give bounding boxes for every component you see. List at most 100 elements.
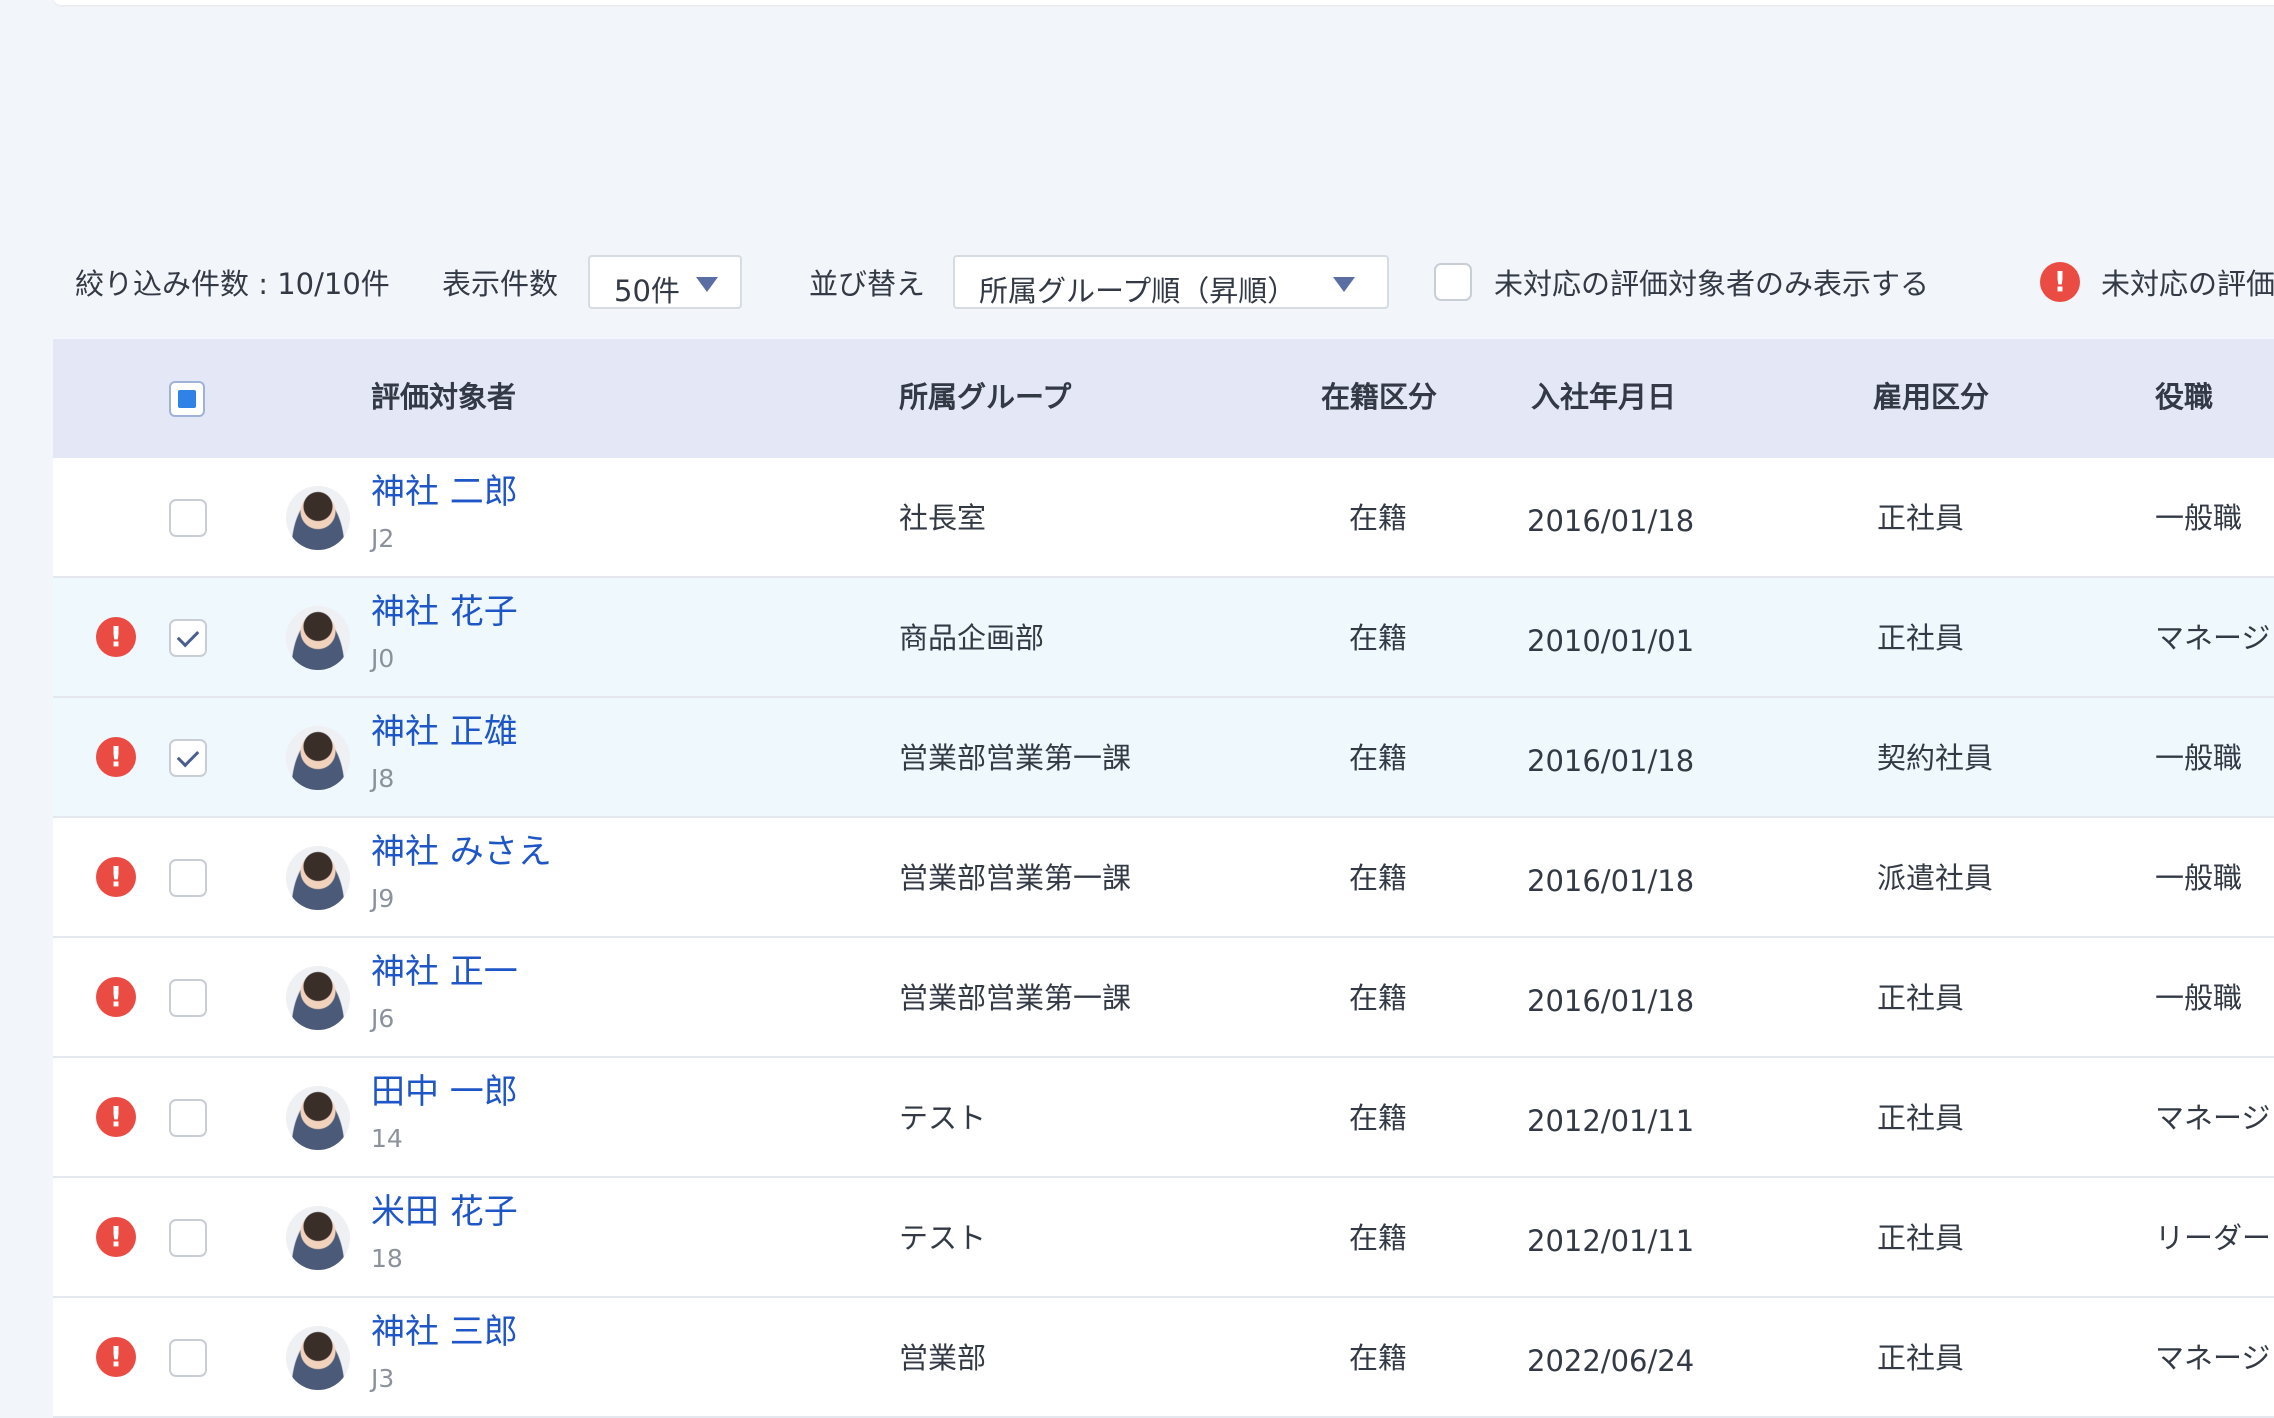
table-row[interactable]: ! 田中 一郎 14 テスト 在籍 2012/01/11 正社員 マネージ	[53, 1058, 2274, 1178]
table-row[interactable]: ! 神社 正雄 J8 営業部営業第一課 在籍 2016/01/18 契約社員 一般職	[53, 698, 2274, 818]
column-header-position[interactable]: 役職	[2155, 379, 2213, 415]
employment-cell: 正社員	[1877, 501, 1965, 535]
employee-name-link[interactable]: 神社 正一	[371, 952, 518, 992]
position-cell: マネージ	[2155, 1341, 2271, 1375]
employee-code: 18	[371, 1244, 403, 1273]
status-cell: 在籍	[1349, 741, 1408, 775]
sort-label: 並び替え	[809, 267, 926, 301]
status-cell: 在籍	[1349, 1221, 1408, 1255]
join-date-cell: 2016/01/18	[1527, 864, 1695, 898]
exclamation-circle-icon: !	[96, 1097, 136, 1137]
table-row[interactable]: ! 神社 正一 J6 営業部営業第一課 在籍 2016/01/18 正社員 一般職	[53, 938, 2274, 1058]
sort-value: 所属グループ順（昇順）	[979, 274, 1297, 308]
employment-cell: 正社員	[1877, 1101, 1965, 1135]
employee-name-link[interactable]: 神社 二郎	[371, 472, 518, 512]
avatar	[286, 966, 350, 1030]
column-header-status[interactable]: 在籍区分	[1321, 379, 1437, 415]
employment-cell: 正社員	[1877, 981, 1965, 1015]
avatar	[286, 606, 350, 670]
unresponded-only-checkbox[interactable]	[1434, 263, 1472, 301]
position-cell: リーダー	[2155, 1221, 2272, 1255]
group-cell: 商品企画部	[899, 621, 1045, 655]
row-checkbox[interactable]	[169, 499, 207, 537]
position-cell: 一般職	[2155, 741, 2243, 775]
avatar	[286, 1086, 350, 1150]
position-cell: 一般職	[2155, 501, 2243, 535]
display-count-select[interactable]: 50件	[588, 255, 742, 309]
join-date-cell: 2016/01/18	[1527, 744, 1695, 778]
avatar	[286, 1206, 350, 1270]
status-cell: 在籍	[1349, 981, 1408, 1015]
table-toolbar: 絞り込み件数 : 10/10件 表示件数 50件 並び替え 所属グループ順（昇順…	[0, 252, 2274, 314]
unresponded-only-label: 未対応の評価対象者のみ表示する	[1494, 267, 1930, 301]
group-cell: 営業部営業第一課	[899, 861, 1132, 895]
employee-code: J9	[371, 884, 395, 913]
column-header-group[interactable]: 所属グループ	[899, 379, 1071, 415]
legend-text: 未対応の評価	[2101, 267, 2274, 301]
status-cell: 在籍	[1349, 501, 1408, 535]
row-checkbox[interactable]	[169, 1339, 207, 1377]
row-checkbox[interactable]	[169, 619, 207, 657]
column-header-target[interactable]: 評価対象者	[371, 379, 516, 415]
row-checkbox[interactable]	[169, 859, 207, 897]
display-count-value: 50件	[614, 274, 680, 308]
employment-cell: 正社員	[1877, 1341, 1965, 1375]
column-header-join-date[interactable]: 入社年月日	[1531, 379, 1676, 415]
join-date-cell: 2010/01/01	[1527, 624, 1695, 658]
avatar	[286, 846, 350, 910]
employee-name-link[interactable]: 神社 正雄	[371, 712, 518, 752]
row-checkbox[interactable]	[169, 1099, 207, 1137]
group-cell: テスト	[899, 1221, 987, 1255]
employment-cell: 正社員	[1877, 621, 1965, 655]
employment-cell: 契約社員	[1877, 741, 1994, 775]
table-row[interactable]: ! 神社 花子 J0 商品企画部 在籍 2010/01/01 正社員 マネージ	[53, 578, 2274, 698]
row-checkbox[interactable]	[169, 1219, 207, 1257]
status-cell: 在籍	[1349, 621, 1408, 655]
status-cell: 在籍	[1349, 1341, 1408, 1375]
position-cell: 一般職	[2155, 861, 2243, 895]
row-checkbox[interactable]	[169, 979, 207, 1017]
exclamation-circle-icon: !	[96, 1217, 136, 1257]
employee-name-link[interactable]: 田中 一郎	[371, 1072, 518, 1112]
join-date-cell: 2016/01/18	[1527, 984, 1695, 1018]
caret-down-icon	[696, 277, 718, 292]
sort-select[interactable]: 所属グループ順（昇順）	[953, 255, 1389, 309]
employee-code: J8	[371, 764, 395, 793]
join-date-cell: 2012/01/11	[1527, 1104, 1695, 1138]
group-cell: 社長室	[899, 501, 987, 535]
caret-down-icon	[1333, 277, 1355, 292]
employee-code: J3	[371, 1364, 395, 1393]
employee-name-link[interactable]: 神社 みさえ	[371, 832, 552, 872]
table-row[interactable]: ! 米田 花子 18 テスト 在籍 2012/01/11 正社員 リーダー	[53, 1178, 2274, 1298]
table-body: 神社 二郎 J2 社長室 在籍 2016/01/18 正社員 一般職! 神社 花子 J0 商品企画…	[53, 458, 2274, 1418]
position-cell: 一般職	[2155, 981, 2243, 1015]
column-header-employment[interactable]: 雇用区分	[1873, 379, 1989, 415]
avatar	[286, 1326, 350, 1390]
join-date-cell: 2016/01/18	[1527, 504, 1695, 538]
table-row[interactable]: 神社 二郎 J2 社長室 在籍 2016/01/18 正社員 一般職	[53, 458, 2274, 578]
group-cell: 営業部営業第一課	[899, 981, 1132, 1015]
exclamation-circle-icon: !	[96, 617, 136, 657]
table-row[interactable]: ! 神社 三郎 J3 営業部 在籍 2022/06/24 正社員 マネージ	[53, 1298, 2274, 1418]
row-checkbox[interactable]	[169, 739, 207, 777]
employee-name-link[interactable]: 神社 花子	[371, 592, 518, 632]
filter-count: 絞り込み件数 : 10/10件	[75, 267, 390, 301]
position-cell: マネージ	[2155, 621, 2271, 655]
group-cell: 営業部営業第一課	[899, 741, 1132, 775]
status-cell: 在籍	[1349, 1101, 1408, 1135]
table-row[interactable]: ! 神社 みさえ J9 営業部営業第一課 在籍 2016/01/18 派遣社員 一般職	[53, 818, 2274, 938]
exclamation-circle-icon: !	[2040, 262, 2080, 302]
join-date-cell: 2022/06/24	[1527, 1344, 1695, 1378]
table-header: 評価対象者 所属グループ 在籍区分 入社年月日 雇用区分 役職	[53, 339, 2274, 458]
employee-name-link[interactable]: 神社 三郎	[371, 1312, 518, 1352]
exclamation-circle-icon: !	[96, 857, 136, 897]
employee-code: J6	[371, 1004, 395, 1033]
position-cell: マネージ	[2155, 1101, 2271, 1135]
employee-code: J0	[371, 644, 395, 673]
exclamation-circle-icon: !	[96, 977, 136, 1017]
avatar	[286, 726, 350, 790]
group-cell: テスト	[899, 1101, 987, 1135]
select-all-checkbox[interactable]	[169, 381, 205, 417]
employee-name-link[interactable]: 米田 花子	[371, 1192, 518, 1232]
exclamation-circle-icon: !	[96, 737, 136, 777]
